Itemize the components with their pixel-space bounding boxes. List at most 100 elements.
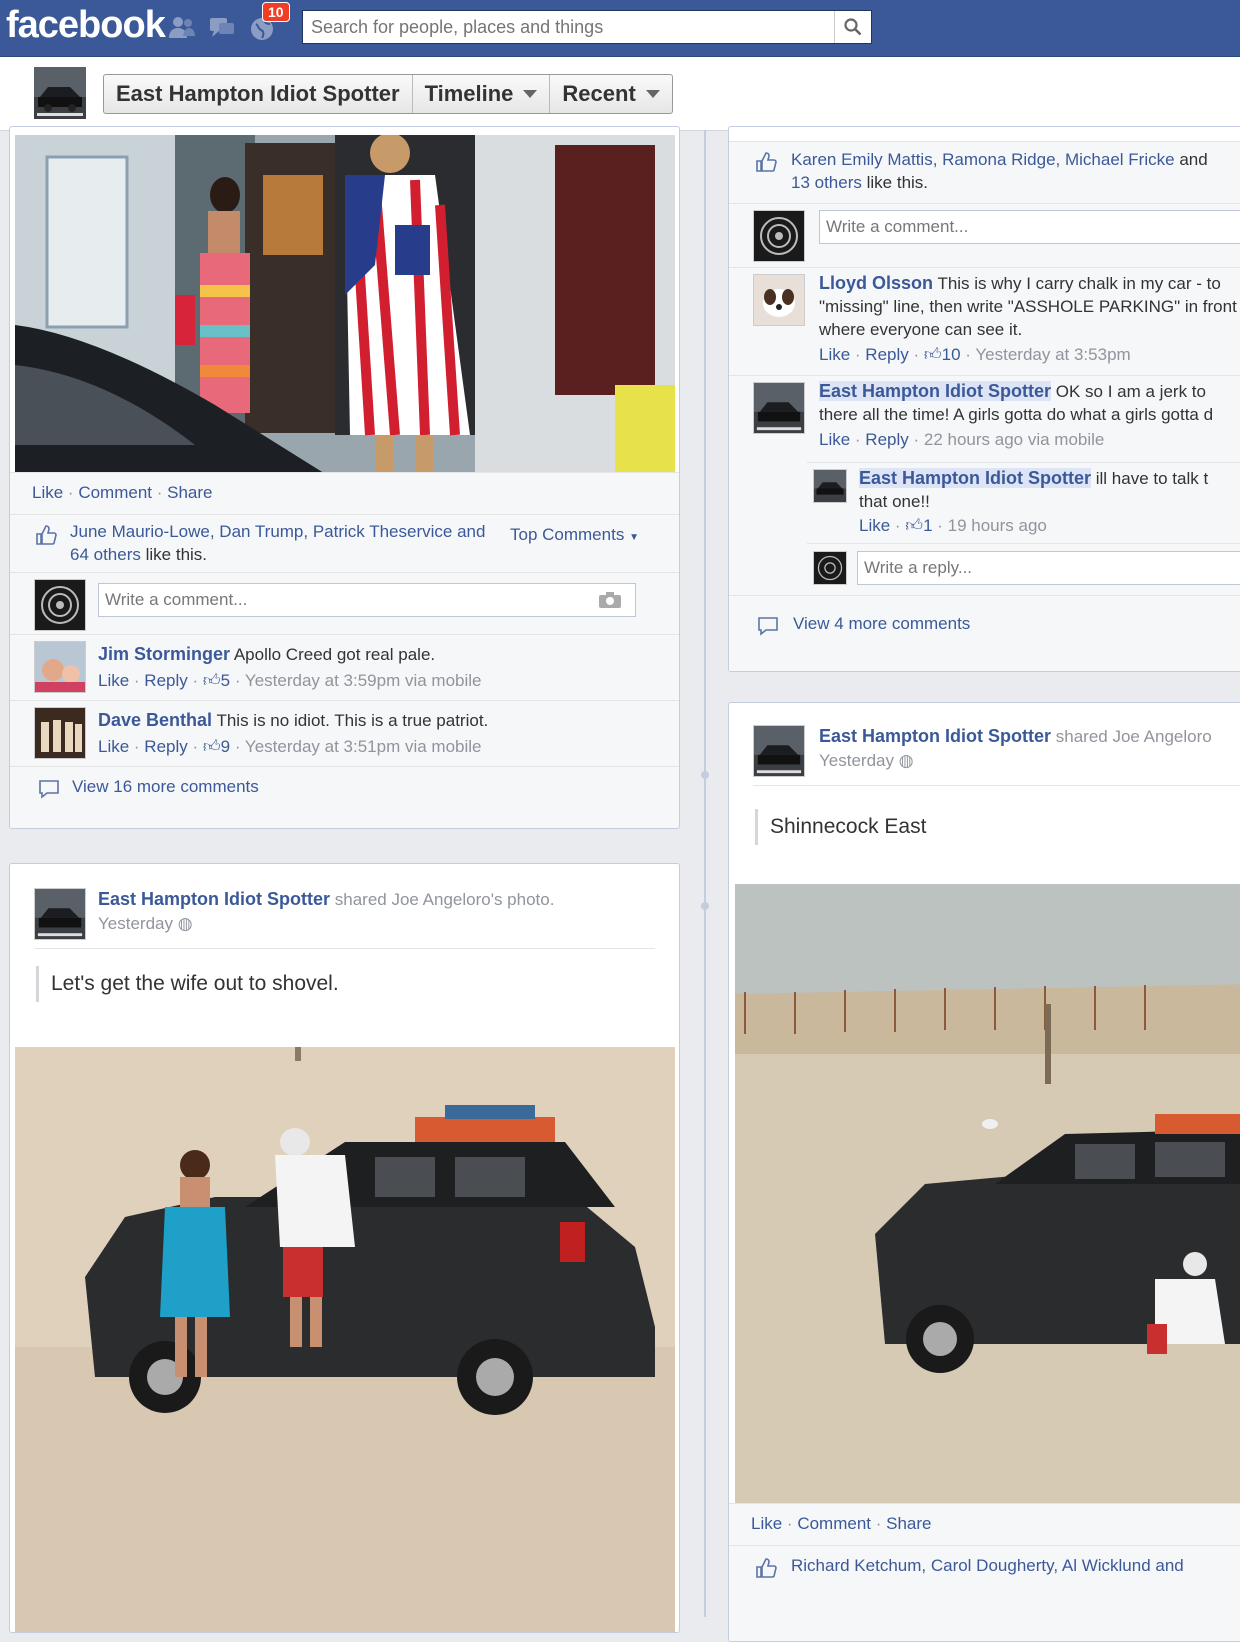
- comment-timestamp[interactable]: Yesterday at 3:53pm: [975, 345, 1130, 364]
- comment-like-link[interactable]: Like: [98, 737, 129, 756]
- view-more-comments-row: View 16 more comments: [10, 766, 679, 828]
- page-avatar[interactable]: [753, 725, 805, 777]
- post-timestamp[interactable]: Yesterday: [98, 914, 173, 933]
- speech-bubble-icon: [39, 780, 59, 799]
- page-avatar[interactable]: [34, 888, 86, 940]
- search-box: [302, 10, 872, 44]
- commenter-name[interactable]: Jim Storminger: [98, 644, 230, 664]
- chevron-down-icon: [523, 90, 538, 98]
- timeline-dot: [701, 902, 709, 910]
- commenter-avatar[interactable]: [753, 274, 805, 326]
- comment-reply-link[interactable]: Reply: [865, 430, 908, 449]
- comment-reply-link[interactable]: Reply: [144, 737, 187, 756]
- comment-item: Dave Benthal This is no idiot. This is a…: [10, 700, 679, 767]
- share-link[interactable]: Share: [167, 483, 212, 502]
- post-photo[interactable]: [15, 1047, 675, 1632]
- like-link[interactable]: Like: [751, 1514, 782, 1533]
- comment-reply-link[interactable]: Reply: [865, 345, 908, 364]
- comment-item: East Hampton Idiot Spotter OK so I am a …: [729, 375, 1240, 596]
- reply-like-count[interactable]: 1: [923, 516, 932, 535]
- timeline-label: Timeline: [424, 81, 514, 106]
- commenter-name[interactable]: Lloyd Olsson: [819, 273, 933, 293]
- post-card: Karen Emily Mattis, Ramona Ridge, Michae…: [728, 126, 1240, 672]
- friend-requests-icon[interactable]: [168, 14, 196, 40]
- comment-like-link[interactable]: Like: [819, 345, 850, 364]
- timeline-dropdown[interactable]: Timeline: [413, 75, 551, 113]
- reply-like-link[interactable]: Like: [859, 516, 890, 535]
- post-timestamp[interactable]: Yesterday: [819, 751, 894, 770]
- post-photo[interactable]: [15, 135, 675, 480]
- shared-text[interactable]: shared Joe Angeloro: [1056, 727, 1212, 746]
- reply-thread: East Hampton Idiot Spotter ill have to t…: [807, 462, 1240, 597]
- facebook-logo[interactable]: facebook: [6, 4, 166, 47]
- page-profile-picture[interactable]: [34, 67, 86, 119]
- replier-name[interactable]: East Hampton Idiot Spotter: [859, 468, 1092, 488]
- commenter-avatar[interactable]: [753, 382, 805, 434]
- comment-text: OK so I am a jerk to: [1055, 382, 1206, 401]
- likers-and: and: [1179, 150, 1208, 169]
- replier-avatar[interactable]: [813, 469, 847, 503]
- comment-timestamp[interactable]: 22 hours ago via mobile: [924, 430, 1105, 449]
- share-link[interactable]: Share: [886, 1514, 931, 1533]
- page-header-bar: East Hampton Idiot Spotter Timeline Rece…: [0, 57, 1240, 131]
- reply-input[interactable]: Write a reply...: [857, 551, 1240, 585]
- search-input[interactable]: [303, 11, 839, 43]
- view-more-comments-link[interactable]: View 4 more comments: [793, 614, 970, 634]
- comment-input[interactable]: Write a comment...: [819, 210, 1240, 244]
- post-author[interactable]: East Hampton Idiot Spotter: [819, 726, 1051, 746]
- post-caption: Let's get the wife out to shovel.: [36, 966, 339, 1002]
- likers-list[interactable]: Karen Emily Mattis, Ramona Ridge, Michae…: [791, 150, 1175, 169]
- timeline-spine: [704, 130, 706, 1617]
- commenter-avatar[interactable]: [34, 641, 86, 693]
- comment-link[interactable]: Comment: [78, 483, 152, 502]
- commenter-name[interactable]: Dave Benthal: [98, 710, 212, 730]
- user-avatar: [34, 579, 86, 631]
- comment-like-count[interactable]: 10: [942, 345, 961, 364]
- comment-link[interactable]: Comment: [797, 1514, 871, 1533]
- globe-icon: ◍: [177, 914, 193, 933]
- view-more-comments-link[interactable]: View 16 more comments: [72, 777, 259, 797]
- comment-text: "missing" line, then write "ASSHOLE PARK…: [819, 297, 1237, 316]
- top-comments-dropdown[interactable]: Top Comments ▼: [510, 525, 639, 545]
- messages-icon[interactable]: [208, 14, 236, 40]
- likers-others[interactable]: 64 others: [70, 545, 141, 564]
- comment-timestamp[interactable]: Yesterday at 3:51pm via mobile: [245, 737, 482, 756]
- comment-like-count[interactable]: 5: [221, 671, 230, 690]
- thumbs-up-icon: 👍︎: [905, 516, 924, 535]
- post-photo[interactable]: [735, 884, 1240, 1545]
- post-likes-row: June Maurio-Lowe, Dan Trump, Patrick The…: [10, 514, 679, 573]
- thumbs-up-icon: [756, 152, 777, 172]
- commenter-name[interactable]: East Hampton Idiot Spotter: [819, 381, 1052, 401]
- comment-text: where everyone can see it.: [819, 320, 1023, 339]
- comment-like-link[interactable]: Like: [98, 671, 129, 690]
- search-button[interactable]: [834, 11, 871, 43]
- comment-text: This is no idiot. This is a true patriot…: [216, 711, 489, 730]
- comment-composer: Write a comment...: [10, 572, 679, 635]
- comment-like-count[interactable]: 9: [221, 737, 230, 756]
- divider: [34, 948, 655, 949]
- comment-reply-link[interactable]: Reply: [144, 671, 187, 690]
- shared-text[interactable]: shared Joe Angeloro's photo.: [335, 890, 555, 909]
- recent-dropdown[interactable]: Recent: [550, 75, 671, 113]
- comment-like-link[interactable]: Like: [819, 430, 850, 449]
- comment-text: This is why I carry chalk in my car - to: [937, 274, 1221, 293]
- like-link[interactable]: Like: [32, 483, 63, 502]
- likers-others[interactable]: 13 others: [791, 173, 862, 192]
- comment-timestamp[interactable]: Yesterday at 3:59pm via mobile: [245, 671, 482, 690]
- chevron-down-icon: [645, 90, 660, 98]
- page-navigation: East Hampton Idiot Spotter Timeline Rece…: [103, 74, 673, 114]
- post-author[interactable]: East Hampton Idiot Spotter: [98, 889, 330, 909]
- camera-icon[interactable]: [598, 591, 622, 609]
- likes-suffix: like this.: [866, 173, 929, 192]
- likers-list[interactable]: June Maurio-Lowe, Dan Trump, Patrick The…: [70, 522, 485, 541]
- comment-input[interactable]: Write a comment...: [98, 583, 636, 617]
- likers-list[interactable]: Richard Ketchum, Carol Dougherty, Al Wic…: [791, 1556, 1184, 1576]
- globe-icon: ◍: [898, 751, 914, 770]
- commenter-avatar[interactable]: [34, 707, 86, 759]
- post-caption: Shinnecock East: [755, 809, 926, 845]
- reply-timestamp[interactable]: 19 hours ago: [948, 516, 1047, 535]
- likes-suffix: like this.: [145, 545, 208, 564]
- page-name-button[interactable]: East Hampton Idiot Spotter: [104, 75, 413, 113]
- comment-item: Jim Storminger Apollo Creed got real pal…: [10, 634, 679, 701]
- post-actions-bar: Like · Comment · Share: [10, 472, 679, 515]
